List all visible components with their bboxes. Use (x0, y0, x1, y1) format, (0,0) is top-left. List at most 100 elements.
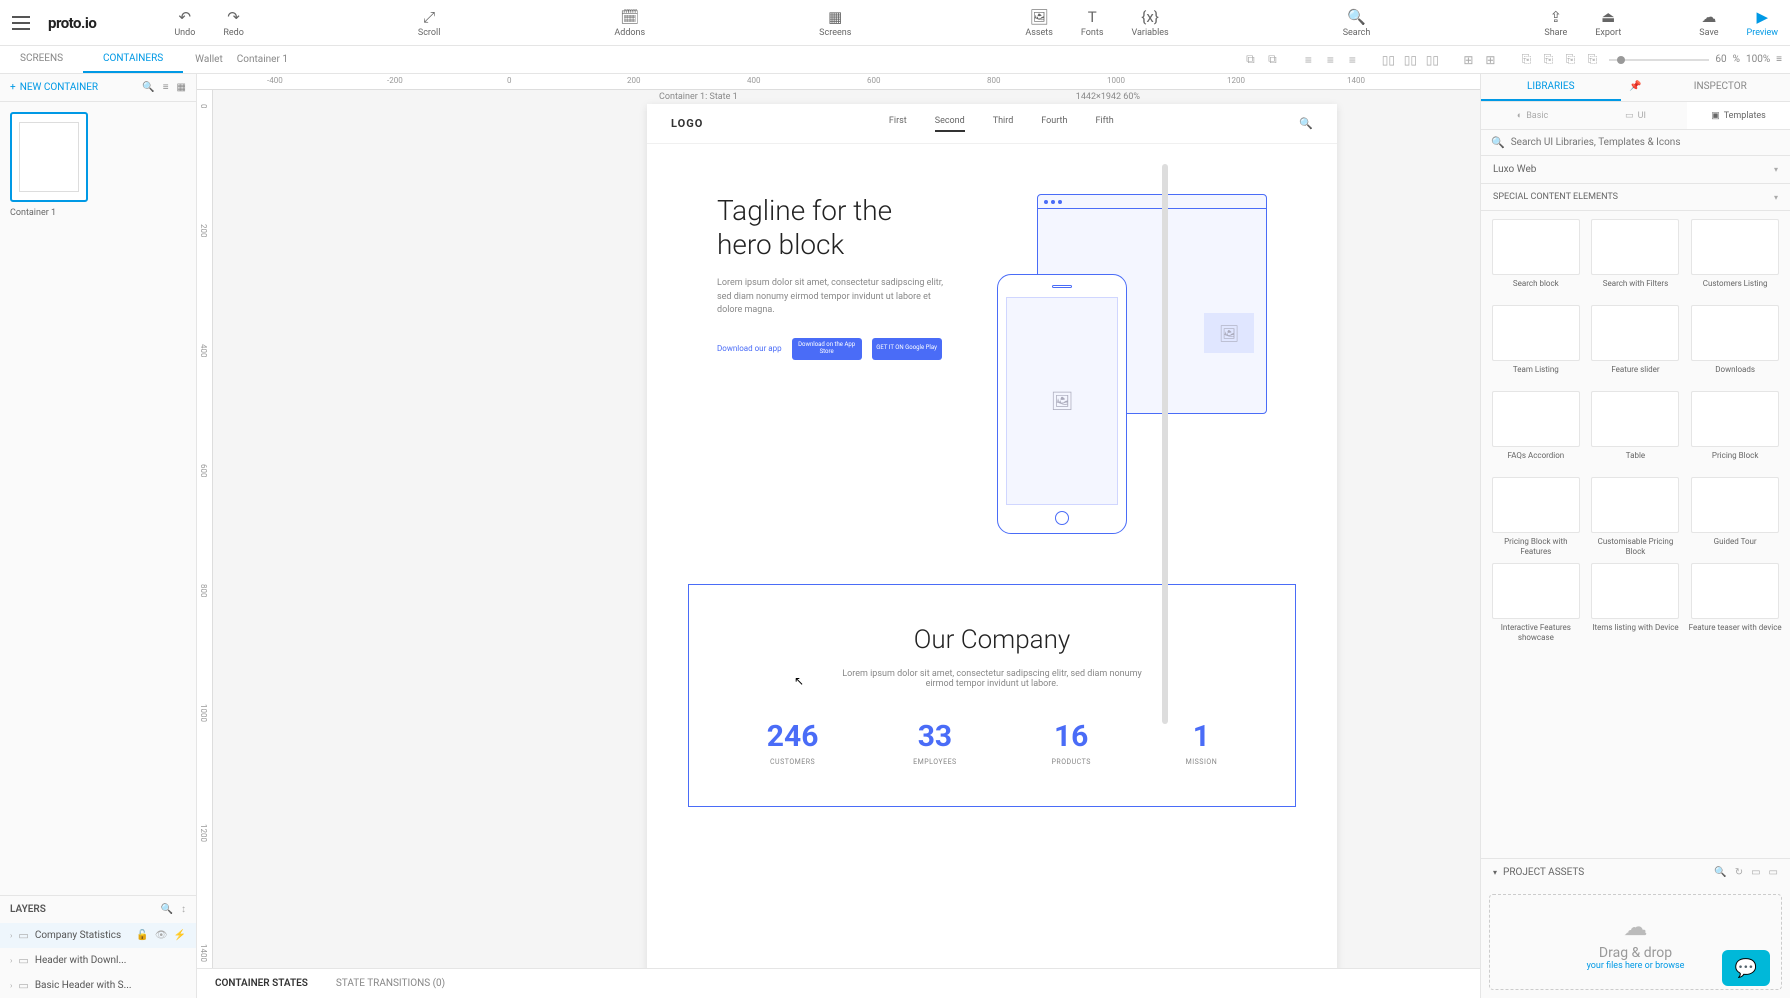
ungroup-icon[interactable]: ⧉ (1263, 51, 1281, 69)
template-item[interactable]: Search with Filters (1589, 219, 1683, 299)
layer-item[interactable]: › ▭ Company Statistics 🔓 👁 ⚡ (0, 923, 196, 948)
save-button[interactable]: ☁Save (1699, 8, 1718, 38)
template-thumb (1691, 219, 1779, 275)
layer-item[interactable]: › ▭ Basic Header with S... (0, 973, 196, 998)
template-label: Table (1626, 451, 1645, 471)
template-item[interactable]: Pricing Block with Features (1489, 477, 1583, 557)
library-search-input[interactable] (1511, 137, 1780, 148)
chevron-down-icon: ▾ (1774, 193, 1778, 202)
addons-button[interactable]: 🗓Addons (614, 8, 645, 38)
ruler-horizontal: -400 -200 0 200 400 600 800 1000 1200 14… (197, 74, 1480, 90)
template-item[interactable]: Feature teaser with device (1688, 563, 1782, 643)
nav-item[interactable]: Second (935, 116, 965, 132)
playstore-button[interactable]: GET IT ON Google Play (872, 338, 942, 360)
crumb-container[interactable]: Container 1 (237, 54, 288, 65)
lock-icon[interactable]: 🔓 (136, 930, 148, 941)
tab-container-states[interactable]: CONTAINER STATES (215, 978, 308, 989)
template-item[interactable]: Table (1589, 391, 1683, 471)
arrange2-icon[interactable]: ⊞ (1481, 51, 1499, 69)
distribute-v-icon[interactable]: ▯▯ (1401, 51, 1419, 69)
assets-button[interactable]: 🖼Assets (1025, 8, 1053, 38)
preview-button[interactable]: ▶Preview (1747, 8, 1778, 38)
align-top-icon[interactable]: ▯▯ (1423, 51, 1441, 69)
arrange-icon[interactable]: ⊞ (1459, 51, 1477, 69)
delete-icon[interactable]: ⎘ (1583, 51, 1601, 69)
bolt-icon[interactable]: ⚡ (174, 930, 186, 941)
tab-state-transitions[interactable]: STATE TRANSITIONS (0) (336, 978, 445, 989)
company-section[interactable]: Our Company Lorem ipsum dolor sit amet, … (688, 584, 1295, 807)
template-item[interactable]: Interactive Features showcase (1489, 563, 1583, 643)
group-icon[interactable]: ⧉ (1241, 51, 1259, 69)
template-item[interactable]: Feature slider (1589, 305, 1683, 385)
template-item[interactable]: Guided Tour (1688, 477, 1782, 557)
tab-pin[interactable]: 📌 (1621, 74, 1651, 101)
align-right-icon[interactable]: ≡ (1343, 51, 1361, 69)
subtab-ui[interactable]: ▭UI (1584, 102, 1687, 129)
template-item[interactable]: Downloads (1688, 305, 1782, 385)
template-item[interactable]: Items listing with Device (1589, 563, 1683, 643)
canvas[interactable]: -400 -200 0 200 400 600 800 1000 1200 14… (197, 74, 1480, 998)
list-icon[interactable]: ≡ (163, 82, 169, 93)
fonts-button[interactable]: TFonts (1081, 8, 1104, 38)
search-small-icon[interactable]: 🔍 (142, 82, 154, 93)
layers-sort-icon[interactable]: ↕ (181, 904, 186, 915)
grid-icon[interactable]: ▦ (177, 82, 186, 93)
copy-icon[interactable]: ⎘ (1517, 51, 1535, 69)
duplicate-icon[interactable]: ⎘ (1561, 51, 1579, 69)
appstore-button[interactable]: Download on the App Store (792, 338, 862, 360)
scroll-button[interactable]: ⤢Scroll (418, 8, 441, 38)
template-item[interactable]: Customers Listing (1688, 219, 1782, 299)
template-item[interactable]: FAQs Accordion (1489, 391, 1583, 471)
redo-button[interactable]: ↷Redo (223, 8, 244, 38)
tab-screens[interactable]: SCREENS (0, 46, 83, 73)
template-item[interactable]: Customisable Pricing Block (1589, 477, 1683, 557)
share-button[interactable]: ⇪Share (1544, 8, 1567, 38)
chevron-down-icon[interactable]: ▾ (1493, 868, 1497, 877)
eye-icon[interactable]: 👁 (155, 930, 168, 941)
undo-button[interactable]: ↶Undo (174, 8, 195, 38)
artboard[interactable]: LOGO First Second Third Fourth Fifth 🔍 T… (647, 104, 1337, 974)
vertical-scrollbar[interactable] (1162, 164, 1168, 724)
template-item[interactable]: Team Listing (1489, 305, 1583, 385)
align-left-icon[interactable]: ≡ (1299, 51, 1317, 69)
new-container-button[interactable]: + NEW CONTAINER 🔍 ≡ ▦ (0, 74, 196, 102)
assets-view2-icon[interactable]: ▭ (1769, 867, 1778, 878)
nav-item[interactable]: Fifth (1095, 116, 1113, 132)
section-luxo[interactable]: Luxo Web▾ (1481, 156, 1790, 184)
distribute-h-icon[interactable]: ▯▯ (1379, 51, 1397, 69)
tab-libraries[interactable]: LIBRARIES (1481, 74, 1621, 101)
section-special[interactable]: SPECIAL CONTENT ELEMENTS▾ (1481, 184, 1790, 211)
subtab-templates[interactable]: ▣Templates (1687, 102, 1790, 129)
template-item[interactable]: Search block (1489, 219, 1583, 299)
search-button[interactable]: 🔍Search (1343, 8, 1371, 38)
nav-item[interactable]: Third (993, 116, 1014, 132)
export-button[interactable]: ⏏Export (1595, 8, 1621, 38)
variables-button[interactable]: {x}Variables (1131, 8, 1168, 38)
zoom-100[interactable]: 100% (1746, 54, 1770, 65)
layer-item[interactable]: › ▭ Header with Downl... (0, 948, 196, 973)
library-search[interactable]: 🔍 (1481, 130, 1790, 156)
subtab-basic[interactable]: ◐Basic (1481, 102, 1584, 129)
container-thumbnail[interactable] (10, 112, 88, 202)
nav-item[interactable]: First (889, 116, 907, 132)
zoom-slider[interactable] (1609, 59, 1709, 61)
crumb-wallet[interactable]: Wallet (195, 54, 223, 65)
layers-search-icon[interactable]: 🔍 (161, 904, 173, 915)
nav-item[interactable]: Fourth (1041, 116, 1067, 132)
align-center-icon[interactable]: ≡ (1321, 51, 1339, 69)
assets-view1-icon[interactable]: ▭ (1751, 867, 1760, 878)
assets-search-icon[interactable]: 🔍 (1714, 867, 1726, 878)
zoom-menu-icon[interactable]: ≡ (1776, 54, 1782, 65)
template-item[interactable]: Pricing Block (1688, 391, 1782, 471)
assets-refresh-icon[interactable]: ↻ (1735, 867, 1743, 878)
screens-button[interactable]: ▦Screens (819, 8, 851, 38)
browse-link[interactable]: browse (1655, 961, 1684, 971)
paste-icon[interactable]: ⎘ (1539, 51, 1557, 69)
zoom-value[interactable]: 60 (1715, 54, 1726, 65)
hamburger-icon[interactable] (12, 16, 30, 30)
artboard-search-icon[interactable]: 🔍 (1299, 117, 1313, 130)
tab-containers[interactable]: CONTAINERS (83, 46, 183, 73)
tab-inspector[interactable]: INSPECTOR (1651, 74, 1790, 101)
chat-bubble[interactable]: 💬 (1722, 950, 1770, 986)
download-link[interactable]: Download our app (717, 344, 782, 353)
